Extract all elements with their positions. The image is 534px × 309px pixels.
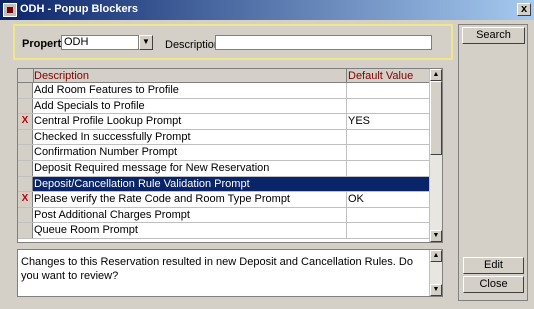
table-row[interactable]: Post Additional Charges Prompt xyxy=(18,207,430,224)
grid-scrollbar[interactable]: ▲ ▼ xyxy=(429,69,442,242)
cell-divider xyxy=(346,98,347,114)
window-title: ODH - Popup Blockers xyxy=(20,3,138,15)
popup-blockers-grid: Description Default Value Add Room Featu… xyxy=(17,68,443,243)
row-description: Confirmation Number Prompt xyxy=(34,146,178,159)
scroll-thumb[interactable] xyxy=(430,81,442,155)
row-description: Queue Room Prompt xyxy=(34,224,138,237)
app-icon xyxy=(3,3,17,17)
table-row[interactable]: Confirmation Number Prompt xyxy=(18,145,430,161)
table-row[interactable]: Queue Room Prompt xyxy=(18,223,430,239)
column-divider xyxy=(346,69,347,83)
row-description: Deposit Required message for New Reserva… xyxy=(34,161,270,174)
arrow-down-icon: ▼ xyxy=(432,232,440,239)
message-box[interactable]: Changes to this Reservation resulted in … xyxy=(17,249,443,297)
cell-divider xyxy=(346,223,347,238)
row-description: Checked In successfully Prompt xyxy=(34,130,191,143)
property-dropdown-button[interactable]: ▼ xyxy=(139,35,153,50)
cell-divider xyxy=(346,192,347,207)
title-bar: ODH - Popup Blockers x xyxy=(0,0,534,20)
row-default-value: OK xyxy=(348,193,364,206)
chevron-down-icon: ▼ xyxy=(142,37,150,46)
column-header-default-value[interactable]: Default Value xyxy=(348,70,413,82)
cell-divider xyxy=(346,145,347,160)
row-marker[interactable] xyxy=(18,98,33,114)
cell-divider xyxy=(346,160,347,176)
row-description: Add Room Features to Profile xyxy=(34,84,179,96)
property-field[interactable]: ODH xyxy=(61,35,139,50)
table-row[interactable]: X Please verify the Rate Code and Room T… xyxy=(18,192,430,208)
grid-rows: Add Room Features to Profile Add Special… xyxy=(18,83,430,239)
row-description: Add Specials to Profile xyxy=(34,99,145,112)
cell-divider xyxy=(346,114,347,129)
row-marker[interactable]: X xyxy=(18,192,33,207)
cell-divider xyxy=(346,129,347,145)
row-marker[interactable]: X xyxy=(18,114,33,129)
cell-divider xyxy=(346,83,347,98)
row-marker[interactable] xyxy=(18,129,33,145)
scroll-up-button[interactable]: ▲ xyxy=(430,69,442,81)
table-row[interactable]: Deposit Required message for New Reserva… xyxy=(18,160,430,177)
arrow-down-icon: ▼ xyxy=(432,286,440,293)
search-button[interactable]: Search xyxy=(462,27,525,44)
scroll-down-button[interactable]: ▼ xyxy=(430,284,442,296)
message-text: Changes to this Reservation resulted in … xyxy=(21,256,413,282)
row-marker[interactable] xyxy=(18,160,33,176)
cell-divider xyxy=(346,176,347,192)
table-row[interactable]: Add Room Features to Profile xyxy=(18,83,430,99)
row-description: Central Profile Lookup Prompt xyxy=(34,115,182,128)
row-description: Post Additional Charges Prompt xyxy=(34,208,190,221)
row-marker[interactable] xyxy=(18,83,33,98)
scroll-down-button[interactable]: ▼ xyxy=(430,230,442,242)
description-label: Description xyxy=(165,39,221,51)
description-input[interactable] xyxy=(215,35,432,50)
row-description: Please verify the Rate Code and Room Typ… xyxy=(34,193,290,206)
table-row[interactable]: X Central Profile Lookup Prompt YES xyxy=(18,114,430,130)
row-marker[interactable] xyxy=(18,223,33,238)
row-marker[interactable] xyxy=(18,176,33,192)
row-description: Deposit/Cancellation Rule Validation Pro… xyxy=(34,177,250,190)
table-row[interactable]: Add Specials to Profile xyxy=(18,98,430,115)
table-row[interactable]: Checked In successfully Prompt xyxy=(18,129,430,146)
close-window-button[interactable]: x xyxy=(517,3,531,16)
cell-divider xyxy=(346,207,347,223)
close-button[interactable]: Close xyxy=(463,276,524,293)
column-header-description[interactable]: Description xyxy=(34,70,89,82)
table-row-selected[interactable]: Deposit/Cancellation Rule Validation Pro… xyxy=(18,176,430,193)
row-marker[interactable] xyxy=(18,207,33,223)
message-scrollbar[interactable]: ▲ ▼ xyxy=(429,250,442,296)
row-default-value: YES xyxy=(348,115,371,128)
scroll-up-button[interactable]: ▲ xyxy=(430,250,442,262)
arrow-up-icon: ▲ xyxy=(432,71,440,78)
arrow-up-icon: ▲ xyxy=(432,252,440,259)
grid-header: Description Default Value xyxy=(18,69,430,83)
row-marker[interactable] xyxy=(18,145,33,160)
edit-button[interactable]: Edit xyxy=(463,257,524,274)
